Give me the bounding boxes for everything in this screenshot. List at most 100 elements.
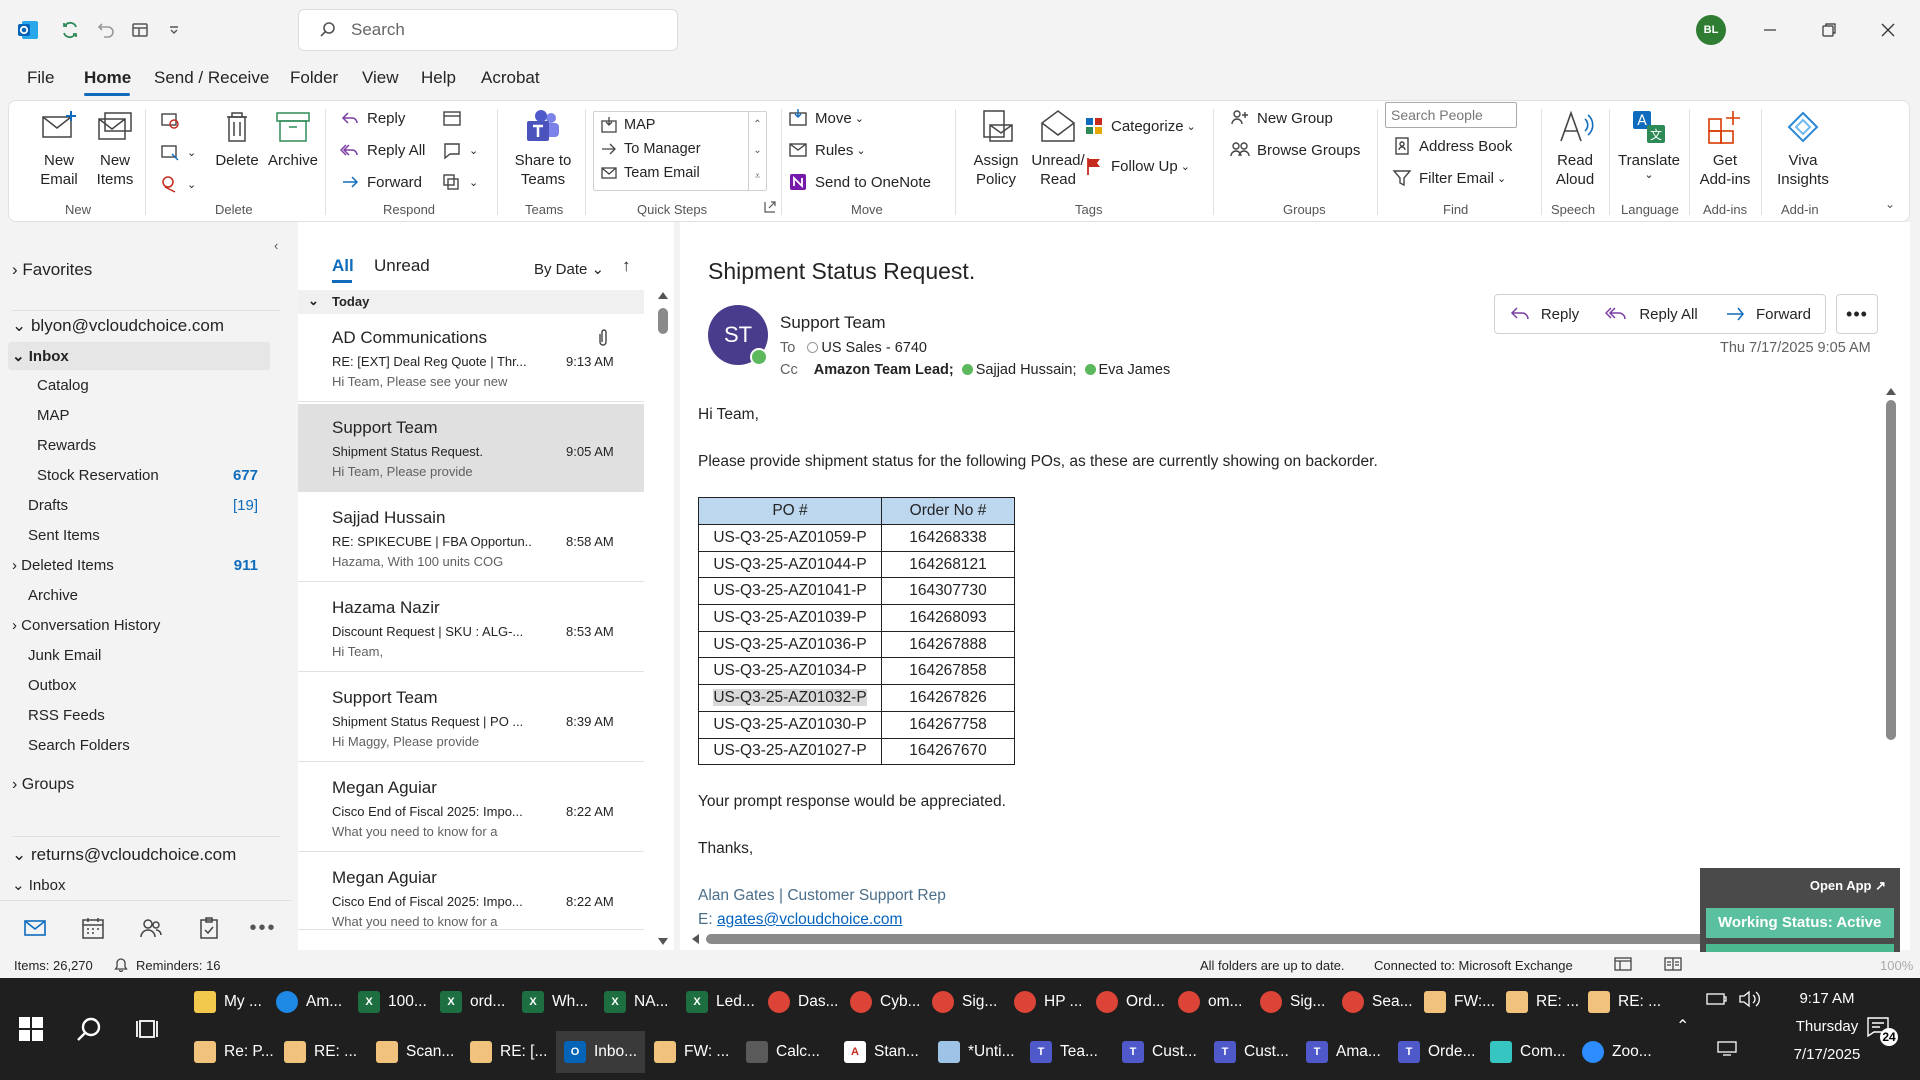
browse-groups-button[interactable]: Browse Groups bbox=[1229, 139, 1360, 161]
account-blyon[interactable]: ⌄ blyon@vcloudchoice.com bbox=[12, 316, 224, 336]
taskbar-app-zoom[interactable]: Zoo... bbox=[1582, 1031, 1652, 1073]
account-returns[interactable]: ⌄ returns@vcloudchoice.com bbox=[12, 845, 236, 865]
folder-rss-feeds[interactable]: RSS Feeds bbox=[28, 707, 105, 724]
recipient-amazon-team-lead[interactable]: Amazon Team Lead; bbox=[814, 362, 954, 378]
taskbar-app-mail-1[interactable]: FW:... bbox=[1424, 981, 1495, 1023]
cleanup-button[interactable]: ⌄ bbox=[159, 141, 196, 163]
taskbar-app-mail-3[interactable]: RE: ... bbox=[1588, 981, 1661, 1023]
menu-folder[interactable]: Folder bbox=[290, 68, 338, 88]
taskbar-app-chrome-3[interactable]: Sig... bbox=[932, 981, 997, 1023]
taskbar-app-mail-8[interactable]: FW: ... bbox=[654, 1031, 729, 1073]
message-item-1[interactable]: Support Team Shipment Status Request. 9:… bbox=[298, 404, 644, 492]
taskbar-app-excel-5[interactable]: X Led... bbox=[686, 981, 755, 1023]
taskbar-app-chrome-4[interactable]: HP ... bbox=[1014, 981, 1082, 1023]
folder-inbox-returns[interactable]: ⌄ Inbox bbox=[12, 876, 65, 894]
reminders-count[interactable]: Reminders: 16 bbox=[136, 958, 221, 973]
taskbar-app-mail-5[interactable]: RE: ... bbox=[284, 1031, 357, 1073]
taskbar-app-chrome-5[interactable]: Ord... bbox=[1096, 981, 1165, 1023]
sender-name[interactable]: Support Team bbox=[780, 313, 886, 333]
sync-icon[interactable] bbox=[58, 18, 82, 42]
collapse-ribbon-icon[interactable]: ⌄ bbox=[1885, 197, 1895, 211]
minimize-button[interactable] bbox=[1754, 14, 1786, 46]
taskbar-app-company-portal[interactable]: Com... bbox=[1490, 1031, 1566, 1073]
taskbar-app-teams-2[interactable]: T Cust... bbox=[1122, 1031, 1197, 1073]
translate-button[interactable]: A文 Translate ⌄ bbox=[1611, 107, 1687, 181]
task-view-icon[interactable] bbox=[136, 1016, 162, 1042]
folder-catalog[interactable]: Catalog bbox=[37, 377, 89, 394]
qs-team-email[interactable]: Team Email bbox=[600, 164, 700, 182]
reply-button[interactable]: Reply bbox=[1494, 294, 1594, 334]
scroll-up-arrow[interactable] bbox=[1886, 388, 1896, 395]
groups-header[interactable]: › Groups bbox=[12, 776, 74, 794]
taskbar-app-excel-3[interactable]: X Wh... bbox=[522, 981, 588, 1023]
meeting-reply-button[interactable] bbox=[441, 107, 469, 129]
recipient-sajjad[interactable]: Sajjad Hussain; bbox=[976, 362, 1077, 378]
im-reply-button[interactable]: ⌄ bbox=[441, 139, 478, 161]
folder-sent-items[interactable]: Sent Items bbox=[28, 527, 100, 544]
folder-junk-email[interactable]: Junk Email bbox=[28, 647, 101, 664]
folder-map[interactable]: MAP bbox=[37, 407, 70, 424]
open-app-link[interactable]: Open App ↗ bbox=[1810, 878, 1886, 894]
qs-to-manager[interactable]: To Manager bbox=[600, 140, 701, 158]
clock-time[interactable]: 9:17 AM bbox=[1782, 990, 1872, 1007]
quick-steps-scroll[interactable]: ⌃ ⌄ ⩡ bbox=[748, 112, 766, 190]
tray-overflow-chevron-icon[interactable]: ⌃ bbox=[1676, 1016, 1689, 1036]
address-book-button[interactable]: Address Book bbox=[1391, 135, 1512, 157]
taskbar-app-chrome-6[interactable]: om... bbox=[1178, 981, 1242, 1023]
filter-tab-unread[interactable]: Unread bbox=[374, 256, 430, 276]
assign-policy-button[interactable]: Assign Policy bbox=[961, 107, 1031, 189]
taskbar-app-notepad[interactable]: *Unti... bbox=[938, 1031, 1015, 1073]
new-group-button[interactable]: New Group bbox=[1229, 107, 1333, 129]
folder-outbox[interactable]: Outbox bbox=[28, 677, 76, 694]
close-button[interactable] bbox=[1872, 14, 1904, 46]
taskbar-app-teams-1[interactable]: T Tea... bbox=[1030, 1031, 1098, 1073]
calendar-icon[interactable] bbox=[80, 915, 106, 941]
search-people-input[interactable]: Search People bbox=[1385, 102, 1517, 128]
message-item-3[interactable]: Hazama Nazir Discount Request | SKU : AL… bbox=[298, 584, 644, 672]
reply-all-ribbon-button[interactable]: Reply All bbox=[339, 139, 425, 161]
folder-rewards[interactable]: Rewards bbox=[37, 437, 96, 454]
menu-acrobat[interactable]: Acrobat bbox=[481, 68, 540, 88]
send-to-onenote-button[interactable]: Send to OneNote bbox=[787, 171, 931, 193]
menu-home[interactable]: Home bbox=[84, 68, 131, 88]
menu-send-receive[interactable]: Send / Receive bbox=[154, 68, 269, 88]
taskbar-app-outlook-inbox[interactable]: O Inbo... bbox=[556, 1031, 646, 1073]
taskbar-app-edge[interactable]: Am... bbox=[276, 981, 342, 1023]
categorize-button[interactable]: Categorize ⌄ bbox=[1083, 115, 1196, 137]
message-list-scrollbar[interactable] bbox=[658, 308, 668, 334]
reading-pane-horizontal-scrollbar[interactable] bbox=[706, 934, 1866, 944]
scroll-down-arrow[interactable] bbox=[658, 938, 668, 945]
restore-button[interactable] bbox=[1813, 14, 1845, 46]
reply-all-button[interactable]: Reply All bbox=[1593, 294, 1711, 334]
people-icon[interactable] bbox=[138, 915, 164, 941]
tasks-icon[interactable] bbox=[196, 915, 222, 941]
share-to-teams-button[interactable]: Share to Teams bbox=[503, 107, 583, 189]
scroll-left-arrow[interactable] bbox=[692, 934, 699, 944]
taskbar-app-mail-4[interactable]: Re: P... bbox=[194, 1031, 274, 1073]
po-cell-selected[interactable]: US-Q3-25-AZ01032-P bbox=[698, 684, 882, 712]
taskbar-search-icon[interactable] bbox=[76, 1016, 102, 1042]
folder-inbox[interactable]: ⌄ Inbox bbox=[12, 347, 69, 365]
taskbar-app-teams-4[interactable]: T Ama... bbox=[1306, 1031, 1381, 1073]
filter-tab-all[interactable]: All bbox=[332, 256, 354, 276]
message-item-0[interactable]: AD Communications RE: [EXT] Deal Reg Quo… bbox=[298, 314, 644, 402]
menu-view[interactable]: View bbox=[362, 68, 399, 88]
taskbar-app-teams-3[interactable]: T Cust... bbox=[1214, 1031, 1289, 1073]
sort-by-date[interactable]: By Date ⌄ bbox=[534, 260, 604, 278]
window-layout-icon[interactable] bbox=[128, 18, 152, 42]
group-header-today[interactable]: ⌄ Today bbox=[298, 290, 644, 314]
quick-steps-launcher[interactable] bbox=[763, 200, 783, 214]
junk-button[interactable]: ⌄ bbox=[159, 173, 196, 195]
delete-button[interactable]: Delete bbox=[209, 107, 265, 170]
network-icon[interactable] bbox=[1716, 1040, 1738, 1056]
more-actions-button[interactable]: ••• bbox=[1836, 294, 1878, 334]
viva-insights-button[interactable]: Viva Insights bbox=[1767, 107, 1839, 189]
taskbar-app-calculator[interactable]: Calc... bbox=[746, 1031, 820, 1073]
folder-search-folders[interactable]: Search Folders bbox=[28, 737, 130, 754]
windows-start-icon[interactable] bbox=[18, 1016, 44, 1042]
taskbar-app-mail-7[interactable]: RE: [... bbox=[470, 1031, 547, 1073]
message-item-4[interactable]: Support Team Shipment Status Request | P… bbox=[298, 674, 644, 762]
taskbar-app-acrobat[interactable]: A Stan... bbox=[844, 1031, 919, 1073]
taskbar-app-chrome-2[interactable]: Cyb... bbox=[850, 981, 920, 1023]
battery-icon[interactable] bbox=[1706, 992, 1728, 1006]
